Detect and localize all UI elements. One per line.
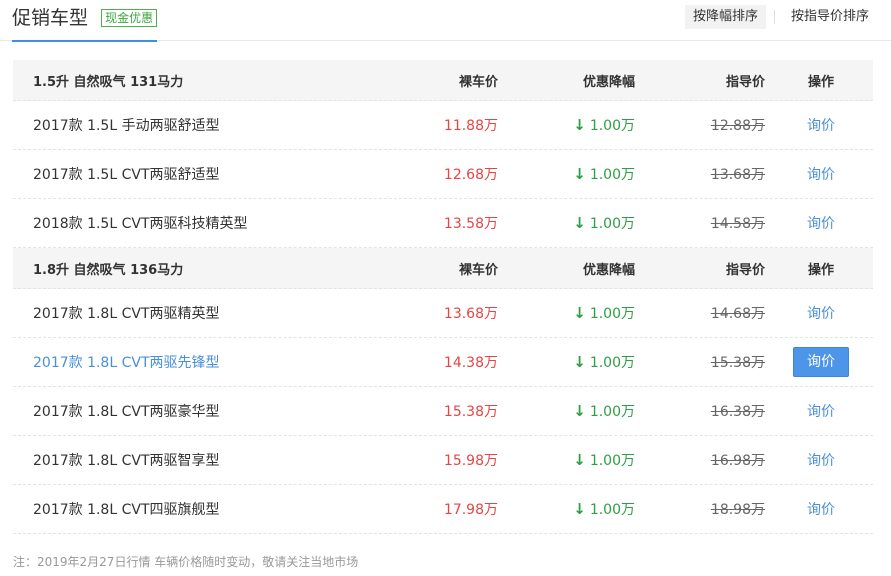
price-note: 注：2019年2月27日行情 车辆价格随时变动，敬请关注当地市场 <box>13 555 359 569</box>
guide-price: 12.88万 <box>710 118 765 134</box>
arrow-down-icon: ↓ <box>573 402 586 420</box>
discount-amount: ↓ 1.00万 <box>573 436 635 484</box>
arrow-down-icon: ↓ <box>573 353 586 371</box>
bare-car-price: 13.58万 <box>443 216 498 232</box>
discount-value: 1.00万 <box>589 404 635 420</box>
bare-car-price: 13.68万 <box>443 306 498 322</box>
arrow-down-icon: ↓ <box>573 451 586 469</box>
discount-amount: ↓ 1.00万 <box>573 289 635 337</box>
inquire-link[interactable]: 询价 <box>807 213 835 233</box>
guide-price: 16.98万 <box>710 453 765 469</box>
model-name[interactable]: 2017款 1.8L CVT两驱先锋型 <box>33 338 220 386</box>
model-name[interactable]: 2017款 1.8L CVT两驱智享型 <box>33 436 220 484</box>
guide-price: 13.68万 <box>710 167 765 183</box>
inquire-link[interactable]: 询价 <box>807 499 835 519</box>
table-row[interactable]: 2018款 1.5L CVT两驱科技精英型 13.58万 ↓ 1.00万 14.58万 询… <box>13 199 873 248</box>
arrow-down-icon: ↓ <box>573 304 586 322</box>
group-header: 1.5升 自然吸气 131马力 裸车价 优惠降幅 指导价 操作 <box>13 60 873 101</box>
model-name[interactable]: 2017款 1.5L 手动两驱舒适型 <box>33 101 220 149</box>
action-cell: 询价 <box>793 338 849 386</box>
inquire-button[interactable]: 询价 <box>793 347 849 377</box>
engine-spec: 1.5升 自然吸气 131马力 <box>33 74 184 90</box>
table-row[interactable]: 2017款 1.8L CVT两驱先锋型 14.38万 ↓ 1.00万 15.38万 询价 <box>13 338 873 387</box>
discount-amount: ↓ 1.00万 <box>573 199 635 247</box>
sort-by-discount-button[interactable]: 按降幅排序 <box>684 5 766 29</box>
inquire-link[interactable]: 询价 <box>807 164 835 184</box>
inquire-link[interactable]: 询价 <box>807 115 835 135</box>
guide-price: 14.68万 <box>710 306 765 322</box>
guide-price: 15.38万 <box>710 355 765 371</box>
arrow-down-icon: ↓ <box>573 500 586 518</box>
discount-value: 1.00万 <box>589 355 635 371</box>
engine-spec: 1.8升 自然吸气 136马力 <box>33 262 184 278</box>
action-cell: 询价 <box>793 101 849 149</box>
discount-value: 1.00万 <box>589 167 635 183</box>
bare-car-price: 12.68万 <box>443 167 498 183</box>
column-header-discount: 优惠降幅 <box>582 74 635 90</box>
discount-amount: ↓ 1.00万 <box>573 150 635 198</box>
column-header-price: 裸车价 <box>458 262 498 278</box>
discount-amount: ↓ 1.00万 <box>573 387 635 435</box>
guide-price: 18.98万 <box>710 502 765 518</box>
table-row[interactable]: 2017款 1.8L CVT四驱旗舰型 17.98万 ↓ 1.00万 18.98万 询价 <box>13 485 873 534</box>
section-title: 促销车型 <box>12 7 89 29</box>
discount-value: 1.00万 <box>589 502 635 518</box>
group-header: 1.8升 自然吸气 136马力 裸车价 优惠降幅 指导价 操作 <box>13 248 873 289</box>
discount-value: 1.00万 <box>589 216 635 232</box>
inquire-link[interactable]: 询价 <box>807 303 835 323</box>
model-name[interactable]: 2017款 1.5L CVT两驱舒适型 <box>33 150 220 198</box>
action-cell: 询价 <box>793 199 849 247</box>
inquire-link[interactable]: 询价 <box>807 450 835 470</box>
arrow-down-icon: ↓ <box>573 214 586 232</box>
column-header-price: 裸车价 <box>458 74 498 90</box>
sort-by-guide-price-button[interactable]: 按指导价排序 <box>783 5 877 29</box>
bare-car-price: 14.38万 <box>443 355 498 371</box>
cash-discount-badge: 现金优惠 <box>101 9 158 27</box>
guide-price: 14.58万 <box>710 216 765 232</box>
action-cell: 询价 <box>793 289 849 337</box>
bare-car-price: 15.98万 <box>443 453 498 469</box>
column-header-discount: 优惠降幅 <box>582 262 635 278</box>
sort-divider <box>773 10 775 24</box>
model-name[interactable]: 2018款 1.5L CVT两驱科技精英型 <box>33 199 248 247</box>
discount-amount: ↓ 1.00万 <box>573 101 635 149</box>
table-row[interactable]: 2017款 1.5L 手动两驱舒适型 11.88万 ↓ 1.00万 12.88万 询价 <box>13 101 873 150</box>
title-tab: 促销车型 现金优惠 <box>12 0 158 42</box>
column-header-action: 操作 <box>807 262 834 278</box>
column-header-guide-price: 指导价 <box>725 262 765 278</box>
discount-value: 1.00万 <box>589 306 635 322</box>
action-cell: 询价 <box>793 436 849 484</box>
sort-controls: 按降幅排序 按指导价排序 <box>684 5 877 29</box>
column-header-guide-price: 指导价 <box>725 74 765 90</box>
guide-price: 16.38万 <box>710 404 765 420</box>
action-cell: 询价 <box>793 387 849 435</box>
table-row[interactable]: 2017款 1.5L CVT两驱舒适型 12.68万 ↓ 1.00万 13.68万 询价 <box>13 150 873 199</box>
model-name[interactable]: 2017款 1.8L CVT两驱精英型 <box>33 289 220 337</box>
discount-amount: ↓ 1.00万 <box>573 338 635 386</box>
discount-amount: ↓ 1.00万 <box>573 485 635 533</box>
inquire-link[interactable]: 询价 <box>807 401 835 421</box>
arrow-down-icon: ↓ <box>573 116 586 134</box>
arrow-down-icon: ↓ <box>573 165 586 183</box>
promo-price-table: 1.5升 自然吸气 131马力 裸车价 优惠降幅 指导价 操作 2017款 1.5L 手动… <box>13 60 873 534</box>
column-header-action: 操作 <box>807 74 834 90</box>
action-cell: 询价 <box>793 150 849 198</box>
table-row[interactable]: 2017款 1.8L CVT两驱豪华型 15.38万 ↓ 1.00万 16.38万 询价 <box>13 387 873 436</box>
model-name[interactable]: 2017款 1.8L CVT两驱豪华型 <box>33 387 220 435</box>
section-header: 促销车型 现金优惠 按降幅排序 按指导价排序 <box>0 0 891 42</box>
table-row[interactable]: 2017款 1.8L CVT两驱智享型 15.98万 ↓ 1.00万 16.98万 询价 <box>13 436 873 485</box>
action-cell: 询价 <box>793 485 849 533</box>
bare-car-price: 15.38万 <box>443 404 498 420</box>
bare-car-price: 17.98万 <box>443 502 498 518</box>
discount-value: 1.00万 <box>589 118 635 134</box>
model-name[interactable]: 2017款 1.8L CVT四驱旗舰型 <box>33 485 220 533</box>
discount-value: 1.00万 <box>589 453 635 469</box>
table-row[interactable]: 2017款 1.8L CVT两驱精英型 13.68万 ↓ 1.00万 14.68万 询价 <box>13 289 873 338</box>
bare-car-price: 11.88万 <box>443 118 498 134</box>
